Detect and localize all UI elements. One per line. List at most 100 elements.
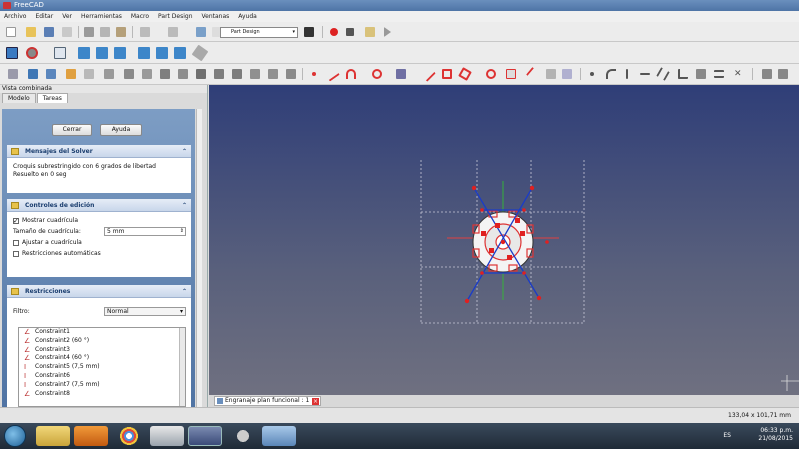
tab-document[interactable]: Engranaje plan funcional : 1 × <box>214 396 321 406</box>
constraint-parallel-icon[interactable] <box>656 67 670 81</box>
macro-edit-icon[interactable] <box>304 27 314 37</box>
draw-style-icon[interactable] <box>26 47 38 59</box>
revolution-icon[interactable] <box>104 69 114 79</box>
scaled-icon[interactable] <box>250 69 260 79</box>
show-grid-checkbox[interactable] <box>13 216 19 227</box>
filter-select[interactable]: Normal ▾ <box>104 307 186 316</box>
system-clock[interactable]: 06:33 p.m. 21/08/2015 <box>758 427 793 443</box>
constraint-lock-icon[interactable] <box>762 69 772 79</box>
constraint-distance-icon[interactable] <box>778 69 788 79</box>
collapse-icon[interactable]: ⌃ <box>182 285 187 298</box>
list-item[interactable]: I Constraint5 (7,5 mm) <box>19 363 185 372</box>
close-button[interactable]: Cerrar <box>52 124 92 136</box>
sketch-point-icon[interactable] <box>312 72 316 76</box>
linear-pattern-icon[interactable] <box>214 69 224 79</box>
list-item[interactable]: I Constraint6 <box>19 372 185 381</box>
collapse-icon[interactable]: ⌃ <box>182 199 187 212</box>
undo-icon[interactable] <box>140 27 150 37</box>
paste-icon[interactable] <box>116 27 126 37</box>
windows-explorer-icon[interactable] <box>36 426 70 446</box>
play-macro-icon[interactable] <box>384 27 391 37</box>
edit-controls-header[interactable]: Controles de edición ⌃ <box>7 199 191 212</box>
chamfer-icon[interactable] <box>160 69 170 79</box>
tab-tareas[interactable]: Tareas <box>36 93 68 103</box>
new-document-icon[interactable] <box>6 27 16 37</box>
constraint-perpendicular-icon[interactable] <box>678 69 688 79</box>
new-sketch-icon[interactable] <box>8 69 18 79</box>
view-axonometric-icon[interactable] <box>54 47 66 59</box>
draft-icon[interactable] <box>178 69 188 79</box>
constraint-tangent-icon[interactable] <box>696 69 706 79</box>
view-right-icon[interactable] <box>114 47 126 59</box>
solver-messages-header[interactable]: Mensajes del Solver ⌃ <box>7 145 191 158</box>
menu-ver[interactable]: Ver <box>62 13 72 20</box>
grid-size-input[interactable]: 5 mm ⇕ <box>104 227 186 236</box>
constraint-point-on-object-icon[interactable] <box>606 69 616 79</box>
constraints-header[interactable]: Restricciones ⌃ <box>7 285 191 298</box>
sketch-slot-icon[interactable] <box>486 69 496 79</box>
sketch-arc-icon[interactable] <box>346 69 356 79</box>
map-sketch-icon[interactable] <box>46 69 56 79</box>
3d-view[interactable] <box>209 85 799 395</box>
copy-icon[interactable] <box>100 27 110 37</box>
media-player-icon[interactable] <box>74 426 108 446</box>
auto-constraints-row[interactable]: Restricciones automáticas <box>7 248 191 259</box>
list-item[interactable]: ∠ Constraint8 <box>19 390 185 399</box>
chrome-icon[interactable] <box>112 426 146 446</box>
list-item[interactable]: ∠ Constraint3 <box>19 346 185 355</box>
sketch-polyline-icon[interactable] <box>420 66 436 82</box>
snap-grid-checkbox[interactable] <box>13 239 19 246</box>
fillet-icon[interactable] <box>142 69 152 79</box>
hole-icon[interactable] <box>286 69 296 79</box>
sketch-canvas[interactable] <box>209 85 799 395</box>
measure-distance-icon[interactable] <box>191 44 209 62</box>
record-macro-icon[interactable] <box>330 28 338 36</box>
refresh-icon[interactable] <box>196 27 206 37</box>
sketch-line-icon[interactable] <box>324 66 340 82</box>
close-icon[interactable]: × <box>312 398 319 405</box>
collapse-icon[interactable]: ⌃ <box>182 145 187 158</box>
menu-macro[interactable]: Macro <box>131 13 149 20</box>
menu-archivo[interactable]: Archivo <box>4 13 26 20</box>
constraint-vertical-icon[interactable] <box>626 69 628 79</box>
open-folder-icon[interactable] <box>26 27 36 37</box>
constraint-horizontal-icon[interactable] <box>640 73 650 75</box>
fit-all-icon[interactable] <box>6 47 18 59</box>
start-button[interactable] <box>4 425 26 447</box>
tab-modelo[interactable]: Modelo <box>2 93 36 103</box>
workbench-select[interactable]: Part Design ▾ <box>220 27 298 38</box>
constraints-scrollbar[interactable] <box>179 328 185 406</box>
sketch-construction-icon[interactable] <box>562 69 572 79</box>
constraint-equal-icon[interactable] <box>714 70 724 78</box>
view-top-icon[interactable] <box>96 47 108 59</box>
menu-ventanas[interactable]: Ventanas <box>202 13 230 20</box>
pocket-icon[interactable] <box>84 69 94 79</box>
stop-macro-icon[interactable] <box>346 28 354 36</box>
list-item[interactable]: ∠ Constraint1 <box>19 328 185 337</box>
leave-sketch-icon[interactable] <box>28 69 38 79</box>
freecad-icon[interactable] <box>188 426 222 446</box>
list-item[interactable]: ∠ Constraint4 (60 °) <box>19 354 185 363</box>
view-front-icon[interactable] <box>78 47 90 59</box>
auto-constraints-checkbox[interactable] <box>13 250 19 257</box>
save-as-icon[interactable] <box>62 27 72 37</box>
save-icon[interactable] <box>44 27 54 37</box>
constraint-coincident-icon[interactable] <box>590 72 594 76</box>
mirrored-icon[interactable] <box>196 69 206 79</box>
sketch-rectangle-icon[interactable] <box>442 69 452 79</box>
language-indicator[interactable]: ES <box>723 432 731 439</box>
menu-herramientas[interactable]: Herramientas <box>81 13 122 20</box>
macro-list-icon[interactable] <box>365 27 375 37</box>
list-item[interactable]: ∠ Constraint2 (60 °) <box>19 337 185 346</box>
pad-icon[interactable] <box>66 69 76 79</box>
sketch-polygon-icon[interactable] <box>458 67 472 81</box>
view-rear-icon[interactable] <box>138 47 150 59</box>
cut-icon[interactable] <box>84 27 94 37</box>
show-grid-row[interactable]: Mostrar cuadrícula <box>7 215 191 227</box>
view-left-icon[interactable] <box>174 47 186 59</box>
constraints-list[interactable]: ∠ Constraint1 ∠ Constraint2 (60 °) ∠ Constr… <box>18 327 186 407</box>
spin-arrows-icon[interactable]: ⇕ <box>180 228 184 235</box>
redo-icon[interactable] <box>168 27 178 37</box>
list-item[interactable]: I Constraint7 (7,5 mm) <box>19 381 185 390</box>
polar-pattern-icon[interactable] <box>232 69 242 79</box>
